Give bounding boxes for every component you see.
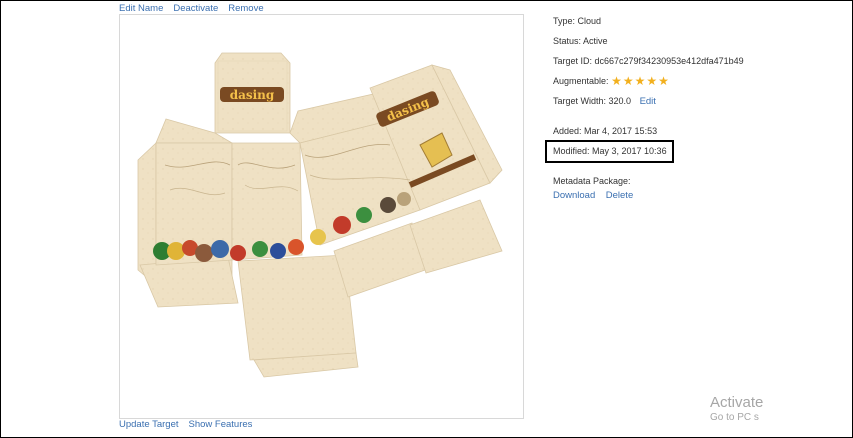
target-actions-top: Edit Name Deactivate Remove bbox=[119, 3, 264, 14]
delete-link[interactable]: Delete bbox=[606, 190, 633, 201]
type-value: Type: Cloud bbox=[553, 16, 602, 26]
watermark-line-1: Activate bbox=[710, 394, 764, 411]
edit-name-link[interactable]: Edit Name bbox=[119, 3, 163, 14]
show-features-link[interactable]: Show Features bbox=[189, 419, 253, 430]
watermark-line-2: Go to PC s bbox=[710, 412, 759, 423]
augmentable-label: Augmentable: bbox=[553, 76, 609, 86]
metadata-actions: Download Delete bbox=[553, 190, 633, 201]
package-dieline-illustration: dasing dasing bbox=[137, 52, 503, 378]
status-value: Status: Active bbox=[553, 36, 608, 46]
download-link[interactable]: Download bbox=[553, 190, 595, 201]
update-target-link[interactable]: Update Target bbox=[119, 419, 179, 430]
added-value: Added: Mar 4, 2017 15:53 bbox=[553, 126, 658, 136]
star-rating-icon: ★★★★★ bbox=[611, 74, 670, 88]
target-details-panel: Type: Cloud Status: Active Target ID: dc… bbox=[553, 16, 813, 206]
remove-link[interactable]: Remove bbox=[228, 3, 263, 14]
target-width-value: Target Width: 320.0 bbox=[553, 96, 632, 106]
augmentable-row: Augmentable: ★★★★★ bbox=[553, 74, 670, 88]
edit-width-link[interactable]: Edit bbox=[640, 96, 656, 107]
target-actions-bottom: Update Target Show Features bbox=[119, 419, 252, 430]
target-image: dasing dasing bbox=[119, 14, 524, 419]
metadata-label: Metadata Package: bbox=[553, 176, 631, 186]
deactivate-link[interactable]: Deactivate bbox=[173, 3, 218, 14]
target-width-row: Target Width: 320.0 Edit bbox=[553, 96, 656, 107]
activation-watermark: Activate Go to PC s bbox=[710, 394, 763, 423]
lid-title-text: dasing bbox=[230, 88, 275, 102]
modified-highlight-box bbox=[545, 140, 674, 163]
target-id-value: Target ID: dc667c279f34230953e412dfa471b… bbox=[553, 56, 744, 66]
